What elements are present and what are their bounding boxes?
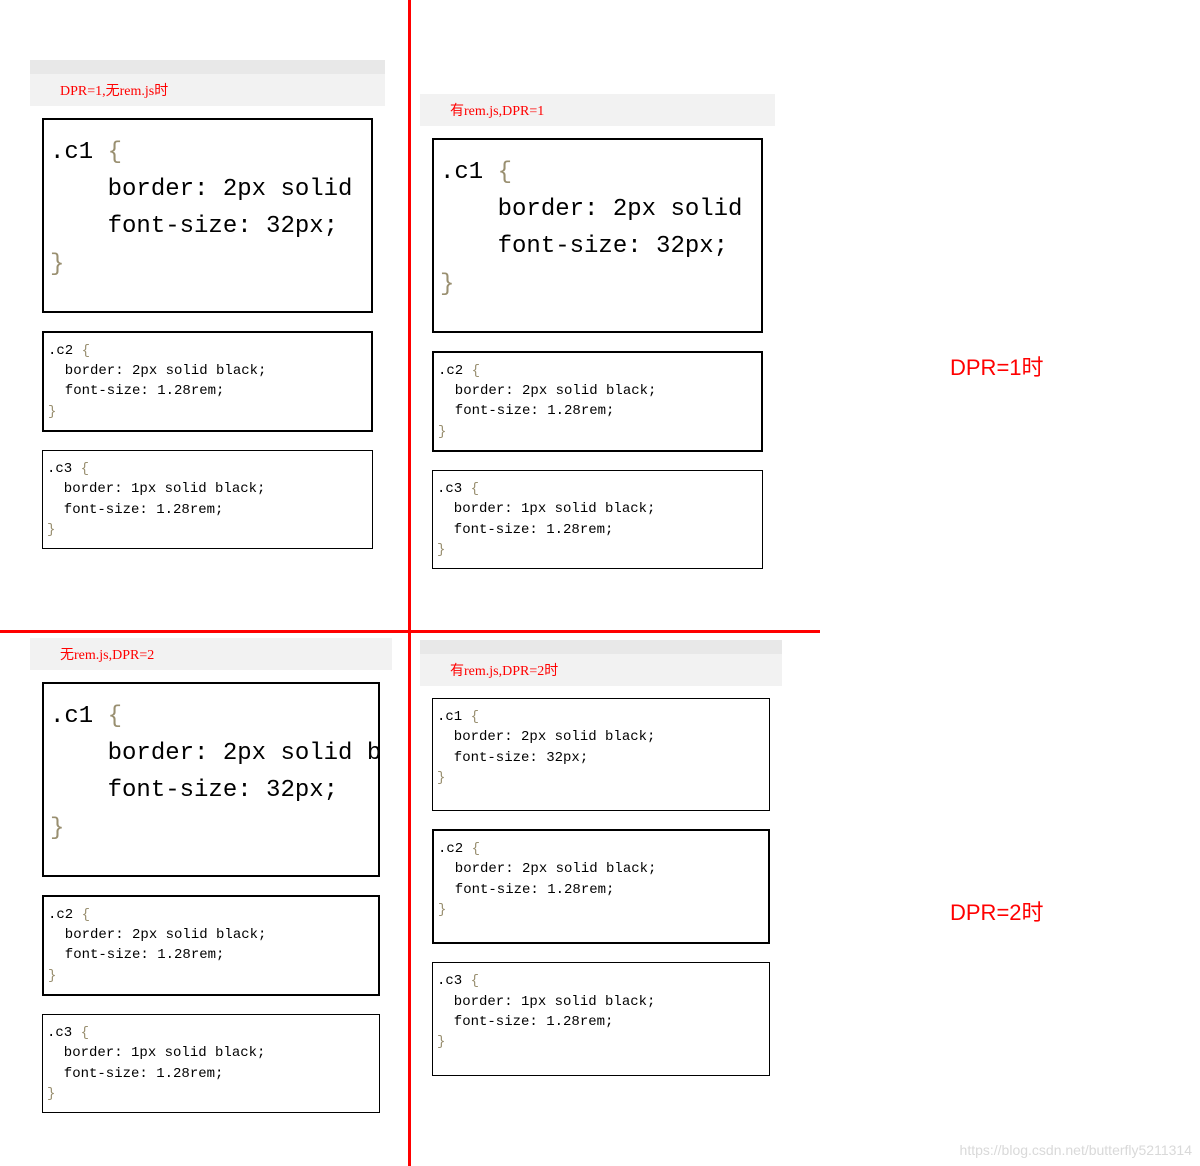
brace-close: }	[438, 902, 446, 918]
panel-content: .c1 { border: 2px solid black; font-size…	[420, 686, 782, 1106]
selector: .c1	[440, 159, 483, 186]
brace-open: {	[82, 343, 90, 359]
brace-close: }	[48, 968, 56, 984]
panel-content: .c1 { border: 2px solid font-size: 32px;…	[30, 106, 385, 579]
panel-title: DPR=1,无rem.js时	[60, 84, 168, 99]
panel-content: .c1 { border: 2px solid font-size: 32px;…	[420, 126, 775, 599]
brace-open: {	[82, 907, 90, 923]
selector: .c3	[47, 1025, 72, 1041]
code-line: border: 2px solid	[50, 176, 352, 203]
brace-close: }	[437, 770, 445, 786]
panel-top-right: 有rem.js,DPR=1 .c1 { border: 2px solid fo…	[420, 94, 775, 599]
code-line: font-size: 1.28rem;	[437, 522, 613, 538]
code-line: font-size: 32px;	[437, 750, 588, 766]
brace-open: {	[472, 363, 480, 379]
code-line: font-size: 32px;	[50, 777, 338, 804]
selector: .c2	[438, 841, 463, 857]
selector: .c1	[50, 703, 93, 730]
code-line: border: 1px solid black;	[47, 1045, 265, 1061]
brace-open: {	[471, 973, 479, 989]
code-line: font-size: 1.28rem;	[47, 1066, 223, 1082]
code-line: border: 2px solid black;	[48, 363, 266, 379]
brace-close: }	[50, 251, 64, 278]
panel-header: 有rem.js,DPR=1	[420, 94, 775, 126]
brace-open: {	[498, 159, 512, 186]
code-box-c2: .c2 { border: 2px solid black; font-size…	[432, 829, 770, 944]
brace-close: }	[438, 424, 446, 440]
code-line: border: 1px solid black;	[437, 994, 655, 1010]
code-box-c1: .c1 { border: 2px solid b font-size: 32p…	[42, 682, 380, 877]
code-box-c2: .c2 { border: 2px solid black; font-size…	[42, 331, 373, 432]
brace-close: }	[437, 542, 445, 558]
selector: .c2	[48, 343, 73, 359]
code-box-c3: .c3 { border: 1px solid black; font-size…	[432, 962, 770, 1075]
panel-header: DPR=1,无rem.js时	[30, 74, 385, 106]
brace-close: }	[48, 404, 56, 420]
panel-bottom-left: 无rem.js,DPR=2 .c1 { border: 2px solid b …	[30, 638, 392, 1143]
code-line: border: 2px solid black;	[438, 861, 656, 877]
code-line: font-size: 1.28rem;	[438, 403, 614, 419]
selector: .c2	[48, 907, 73, 923]
code-line: font-size: 32px;	[50, 213, 338, 240]
code-line: border: 1px solid black;	[437, 501, 655, 517]
watermark: https://blog.csdn.net/butterfly5211314	[960, 1142, 1192, 1158]
panel-top-left: DPR=1,无rem.js时 .c1 { border: 2px solid f…	[30, 60, 385, 579]
panel-title: 有rem.js,DPR=1	[450, 104, 544, 119]
code-box-c2: .c2 { border: 2px solid black; font-size…	[432, 351, 763, 452]
side-label-dpr1: DPR=1时	[950, 350, 1044, 382]
code-box-c3: .c3 { border: 1px solid black; font-size…	[42, 450, 373, 549]
code-line: border: 2px solid black;	[437, 729, 655, 745]
selector: .c3	[437, 481, 462, 497]
code-line: border: 2px solid b	[50, 740, 380, 767]
code-line: border: 2px solid black;	[438, 383, 656, 399]
selector: .c2	[438, 363, 463, 379]
code-box-c1: .c1 { border: 2px solid black; font-size…	[432, 698, 770, 811]
code-box-c2: .c2 { border: 2px solid black; font-size…	[42, 895, 380, 996]
code-line: border: 2px solid	[440, 196, 742, 223]
code-line: border: 1px solid black;	[47, 481, 265, 497]
code-line: font-size: 1.28rem;	[437, 1014, 613, 1030]
divider-vertical	[408, 0, 411, 1166]
brace-open: {	[81, 461, 89, 477]
brace-open: {	[108, 139, 122, 166]
selector: .c3	[437, 973, 462, 989]
panel-toolbar	[30, 60, 385, 74]
side-label-dpr2: DPR=2时	[950, 895, 1044, 927]
brace-close: }	[50, 815, 64, 842]
panel-title: 有rem.js,DPR=2时	[450, 664, 558, 679]
brace-open: {	[108, 703, 122, 730]
panel-header: 无rem.js,DPR=2	[30, 638, 392, 670]
code-line: font-size: 1.28rem;	[47, 502, 223, 518]
selector: .c1	[437, 709, 462, 725]
code-line: font-size: 32px;	[440, 233, 728, 260]
brace-open: {	[471, 709, 479, 725]
brace-close: }	[47, 522, 55, 538]
selector: .c1	[50, 139, 93, 166]
code-line: font-size: 1.28rem;	[48, 947, 224, 963]
brace-close: }	[437, 1034, 445, 1050]
code-line: font-size: 1.28rem;	[438, 882, 614, 898]
panel-header: 有rem.js,DPR=2时	[420, 654, 782, 686]
code-box-c1: .c1 { border: 2px solid font-size: 32px;…	[42, 118, 373, 313]
code-line: border: 2px solid black;	[48, 927, 266, 943]
brace-close: }	[440, 271, 454, 298]
divider-horizontal	[0, 630, 820, 633]
brace-close: }	[47, 1086, 55, 1102]
panel-title: 无rem.js,DPR=2	[60, 648, 154, 663]
code-box-c3: .c3 { border: 1px solid black; font-size…	[42, 1014, 380, 1113]
code-line: font-size: 1.28rem;	[48, 383, 224, 399]
panel-bottom-right: 有rem.js,DPR=2时 .c1 { border: 2px solid b…	[420, 640, 782, 1106]
panel-toolbar	[420, 640, 782, 654]
brace-open: {	[471, 481, 479, 497]
code-box-c1: .c1 { border: 2px solid font-size: 32px;…	[432, 138, 763, 333]
panel-content: .c1 { border: 2px solid b font-size: 32p…	[30, 670, 392, 1143]
brace-open: {	[472, 841, 480, 857]
selector: .c3	[47, 461, 72, 477]
brace-open: {	[81, 1025, 89, 1041]
code-box-c3: .c3 { border: 1px solid black; font-size…	[432, 470, 763, 569]
